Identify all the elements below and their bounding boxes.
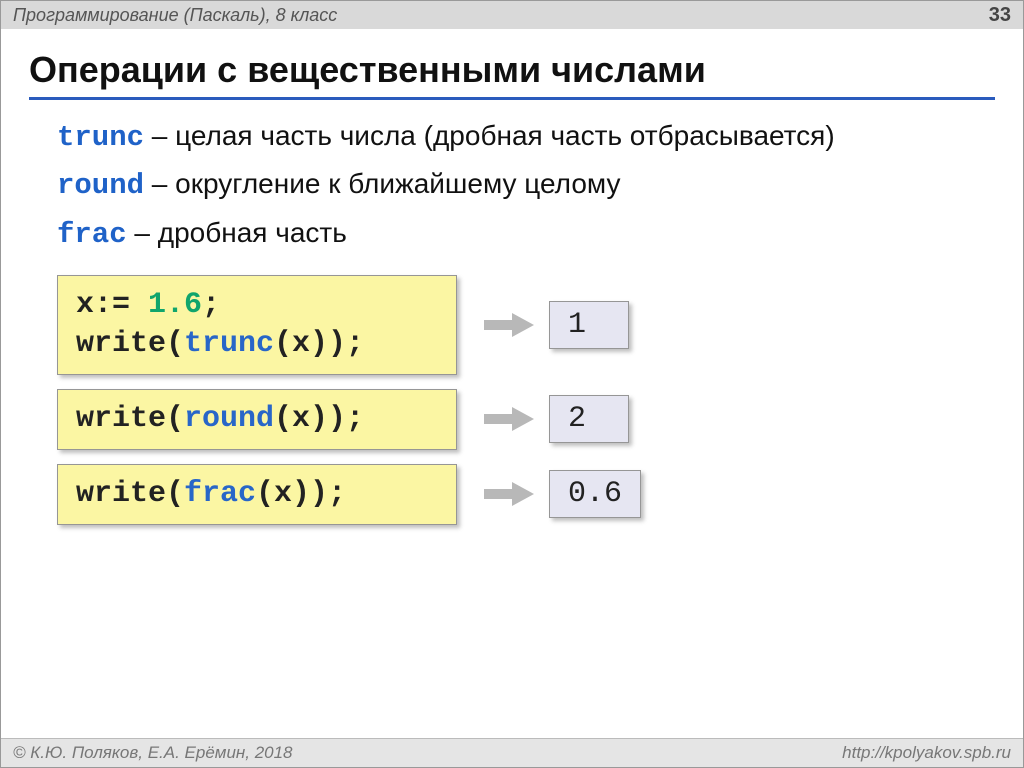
code-line: write(frac(x));	[76, 475, 438, 514]
footer-left: © К.Ю. Поляков, Е.А. Ерёмин, 2018	[13, 743, 293, 763]
code-token: (x));	[256, 477, 346, 511]
code-box: x:= 1.6;write(trunc(x));	[57, 275, 457, 375]
arrow-icon	[479, 310, 539, 340]
function-name: trunc	[184, 327, 274, 361]
definition-text: – округление к ближайшему целому	[144, 168, 620, 199]
number-literal: 1.6	[148, 288, 202, 322]
definition: round – округление к ближайшему целому	[57, 166, 975, 204]
example-row: x:= 1.6;write(trunc(x));1	[57, 275, 975, 375]
slide: Программирование (Паскаль), 8 класс 33 О…	[0, 0, 1024, 768]
code-token: (x));	[274, 327, 364, 361]
code-token: write(	[76, 477, 184, 511]
definition-text: – дробная часть	[127, 217, 347, 248]
output-box: 0.6	[549, 470, 641, 518]
slide-body: trunc – целая часть числа (дробная часть…	[57, 118, 975, 525]
header-left: Программирование (Паскаль), 8 класс	[13, 5, 337, 26]
function-name: round	[184, 402, 274, 436]
keyword: round	[57, 169, 144, 202]
examples-list: x:= 1.6;write(trunc(x));1write(round(x))…	[57, 275, 975, 525]
example-row: write(frac(x)); 0.6	[57, 464, 975, 525]
keyword: trunc	[57, 121, 144, 154]
code-line: write(trunc(x));	[76, 325, 438, 364]
footer-right: http://kpolyakov.spb.ru	[842, 743, 1011, 763]
code-token: write(	[76, 327, 184, 361]
code-box: write(frac(x));	[57, 464, 457, 525]
keyword: frac	[57, 218, 127, 251]
output-box: 2	[549, 395, 629, 443]
arrow-icon	[479, 479, 539, 509]
definition: trunc – целая часть числа (дробная часть…	[57, 118, 975, 156]
definitions-list: trunc – целая часть числа (дробная часть…	[57, 118, 975, 253]
footer-bar: © К.Ю. Поляков, Е.А. Ерёмин, 2018 http:/…	[1, 738, 1023, 767]
arrow-icon	[479, 404, 539, 434]
code-box: write(round(x));	[57, 389, 457, 450]
page-number: 33	[989, 4, 1011, 27]
definition: frac – дробная часть	[57, 215, 975, 253]
code-token: write(	[76, 402, 184, 436]
output-box: 1	[549, 301, 629, 349]
function-name: frac	[184, 477, 256, 511]
code-token: x:=	[76, 288, 148, 322]
slide-title: Операции с вещественными числами	[29, 49, 995, 100]
code-line: write(round(x));	[76, 400, 438, 439]
code-token: ;	[202, 288, 220, 322]
code-line: x:= 1.6;	[76, 286, 438, 325]
example-row: write(round(x)); 2	[57, 389, 975, 450]
definition-text: – целая часть числа (дробная часть отбра…	[144, 120, 835, 151]
code-token: (x));	[274, 402, 364, 436]
header-bar: Программирование (Паскаль), 8 класс 33	[1, 1, 1023, 29]
